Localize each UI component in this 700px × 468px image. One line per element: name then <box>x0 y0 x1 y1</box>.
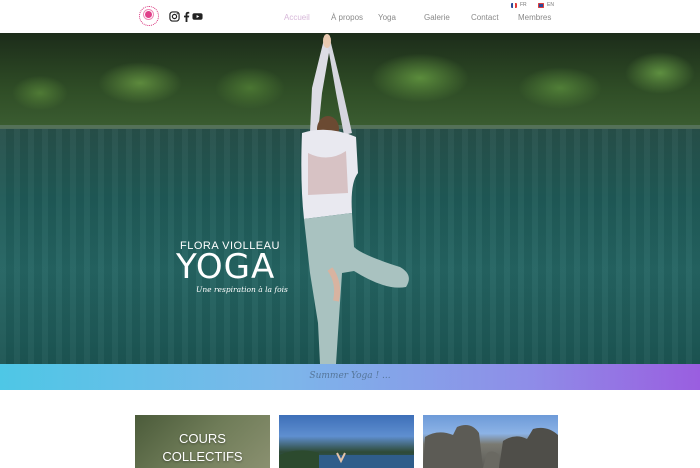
nav-a-propos[interactable]: À propos <box>331 13 363 22</box>
nav-accueil[interactable]: Accueil <box>284 13 310 22</box>
instagram-icon[interactable] <box>169 11 180 22</box>
youtube-icon[interactable] <box>192 11 203 22</box>
nav-galerie[interactable]: Galerie <box>424 13 450 22</box>
card-cours-collectifs[interactable]: COURS COLLECTIFS <box>135 415 270 468</box>
language-en[interactable]: EN <box>538 2 554 8</box>
hero-title: YOGA <box>176 247 276 287</box>
nav-membres[interactable]: Membres <box>518 13 551 22</box>
nav-contact[interactable]: Contact <box>471 13 499 22</box>
site-header: Accueil À propos Yoga Galerie Contact Me… <box>0 0 700 33</box>
language-fr-label: FR <box>520 2 527 8</box>
card-label-line2: COLLECTIFS <box>162 449 243 464</box>
card-label-line1: COURS <box>179 431 226 446</box>
language-en-label: EN <box>547 2 554 8</box>
coast-image <box>279 450 414 468</box>
hero-tagline: Une respiration à la fois <box>196 285 288 294</box>
rocks-image <box>423 425 558 468</box>
language-fr[interactable]: FR <box>511 2 527 8</box>
site-logo[interactable] <box>139 6 159 26</box>
flag-fr-icon <box>511 2 517 8</box>
card-image-coast[interactable] <box>279 415 414 468</box>
banner-text: Summer Yoga ! ... <box>309 371 391 381</box>
card-image-rocks[interactable] <box>423 415 558 468</box>
yoga-pose-figure <box>301 34 409 364</box>
announcement-banner: Summer Yoga ! ... <box>0 364 700 390</box>
hero-section: FLORA VIOLLEAU YOGA Une respiration à la… <box>0 33 700 364</box>
nav-yoga[interactable]: Yoga <box>378 13 396 22</box>
flag-en-icon <box>538 2 544 8</box>
page: Accueil À propos Yoga Galerie Contact Me… <box>0 0 700 468</box>
facebook-icon[interactable] <box>181 11 192 22</box>
